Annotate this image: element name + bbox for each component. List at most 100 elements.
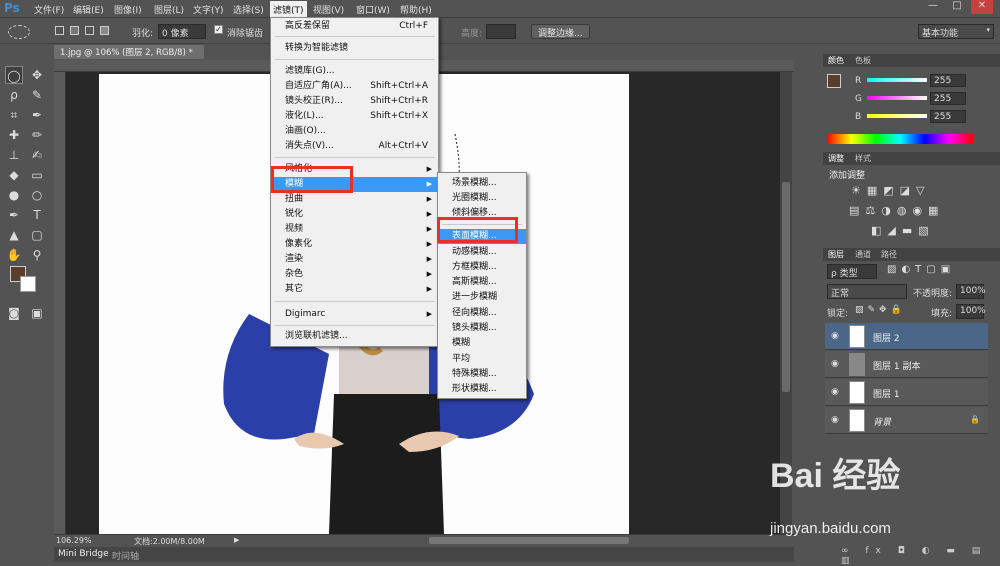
layer-row[interactable]: ◉ 图层 1 副本 — [825, 351, 988, 378]
healing-tool-icon[interactable]: ✚ — [5, 126, 23, 144]
tab-styles[interactable]: 样式 — [855, 153, 871, 164]
shape-tool-icon[interactable]: ▢ — [28, 226, 46, 244]
blend-mode-select[interactable]: 正常 — [827, 284, 907, 299]
zoom-level[interactable]: 106.29% — [56, 536, 92, 545]
menu-item-noise[interactable]: 杂色 ▶ — [271, 267, 438, 282]
menu-view[interactable]: 视图(V) — [313, 3, 344, 16]
tab-layers[interactable]: 图层 — [828, 249, 844, 260]
layer-filter-icons[interactable]: ▨◐T▢▣ — [887, 264, 955, 275]
add-selection-icon[interactable] — [70, 26, 79, 35]
stamp-tool-icon[interactable]: ⊥ — [5, 146, 23, 164]
submenu-item-lens-blur[interactable]: 镜头模糊... — [438, 321, 526, 336]
crop-tool-icon[interactable]: ⌗ — [5, 106, 23, 124]
adjustment-icons-row-3[interactable]: ◧◢▬▧ — [871, 224, 935, 237]
pen-tool-icon[interactable]: ✒ — [5, 206, 23, 224]
channel-g-value[interactable]: 255 — [930, 92, 966, 105]
menu-item-distort[interactable]: 扭曲 ▶ — [271, 192, 438, 207]
close-button[interactable]: ✕ — [971, 0, 993, 14]
fg-color-swatch[interactable] — [827, 74, 841, 88]
channel-g-slider[interactable] — [867, 96, 927, 100]
color-spectrum[interactable] — [827, 134, 973, 144]
path-select-tool-icon[interactable]: ▲ — [5, 226, 23, 244]
menu-window[interactable]: 窗口(W) — [356, 3, 390, 16]
quick-select-tool-icon[interactable]: ✎ — [28, 86, 46, 104]
menu-item-pixelate[interactable]: 像素化 ▶ — [271, 237, 438, 252]
document-tab[interactable]: 1.jpg @ 106% (图层 2, RGB/8) * — [54, 45, 204, 59]
zoom-tool-icon[interactable]: ⚲ — [28, 246, 46, 264]
menu-edit[interactable]: 编辑(E) — [73, 3, 104, 16]
eraser-tool-icon[interactable]: ◆ — [5, 166, 23, 184]
history-brush-icon[interactable]: ✍ — [28, 146, 46, 164]
brush-tool-icon[interactable]: ✏ — [28, 126, 46, 144]
visibility-eye-icon[interactable]: ◉ — [831, 387, 839, 397]
quick-mask-icon[interactable]: ◙ — [5, 304, 23, 322]
height-input[interactable] — [486, 24, 516, 39]
menu-select[interactable]: 选择(S) — [233, 3, 264, 16]
menu-item-high-pass[interactable]: 高反差保留 Ctrl+F — [271, 19, 438, 34]
hand-tool-icon[interactable]: ✋ — [5, 246, 23, 264]
move-tool-icon[interactable]: ✥ — [28, 66, 46, 84]
tab-timeline[interactable]: 时间轴 — [112, 549, 139, 562]
feather-input[interactable]: 0 像素 — [158, 24, 206, 39]
menu-item-render[interactable]: 渲染 ▶ — [271, 252, 438, 267]
submenu-item-box-blur[interactable]: 方框模糊... — [438, 260, 526, 275]
layer-kind-filter[interactable]: ρ 类型 — [827, 264, 877, 279]
marquee-tool-icon[interactable]: ◯ — [5, 66, 23, 84]
menu-item-sharpen[interactable]: 锐化 ▶ — [271, 207, 438, 222]
workspace-select[interactable]: 基本功能 ▾ — [918, 24, 994, 39]
scroll-thumb[interactable] — [782, 182, 790, 392]
type-tool-icon[interactable]: T — [28, 206, 46, 224]
new-selection-icon[interactable] — [55, 26, 64, 35]
menu-item-liquify[interactable]: 液化(L)... Shift+Ctrl+X — [271, 109, 438, 124]
play-icon[interactable]: ▶ — [234, 536, 239, 544]
maximize-button[interactable]: □ — [946, 0, 968, 14]
lasso-tool-icon[interactable]: ρ — [5, 86, 23, 104]
lock-icons[interactable]: ▨✎✥🔒 — [855, 305, 906, 315]
submenu-item-blur-more[interactable]: 进一步模糊 — [438, 290, 526, 305]
horizontal-scroll-thumb[interactable] — [429, 537, 629, 544]
opacity-input[interactable]: 100% — [956, 284, 986, 299]
menu-type[interactable]: 文字(Y) — [193, 3, 224, 16]
menu-item-browse-online[interactable]: 浏览联机滤镜... — [271, 329, 438, 344]
dodge-tool-icon[interactable]: ○ — [28, 186, 46, 204]
menu-item-other[interactable]: 其它 ▶ — [271, 282, 438, 297]
tab-color[interactable]: 颜色 — [828, 55, 844, 66]
intersect-selection-icon[interactable] — [100, 26, 109, 35]
submenu-item-blur[interactable]: 模糊 — [438, 336, 526, 351]
tab-mini-bridge[interactable]: Mini Bridge — [58, 549, 109, 559]
menu-file[interactable]: 文件(F) — [34, 3, 64, 16]
layers-footer-icons[interactable]: ∞ fx ◘ ◐ ▬ ▤ ▥ — [841, 546, 1000, 566]
blur-tool-icon[interactable]: ● — [5, 186, 23, 204]
submenu-item-shape-blur[interactable]: 形状模糊... — [438, 382, 526, 397]
menu-filter[interactable]: 滤镜(T) — [270, 1, 307, 17]
visibility-eye-icon[interactable]: ◉ — [831, 359, 839, 369]
gradient-tool-icon[interactable]: ▭ — [28, 166, 46, 184]
ellipse-marquee-icon[interactable] — [8, 25, 30, 39]
minimize-button[interactable]: — — [922, 0, 944, 14]
refine-edge-button[interactable]: 调整边缘... — [531, 24, 590, 39]
visibility-eye-icon[interactable]: ◉ — [831, 331, 839, 341]
channel-r-value[interactable]: 255 — [930, 74, 966, 87]
menu-item-smart-filter[interactable]: 转换为智能滤镜 — [271, 41, 438, 56]
adjustment-icons-row-2[interactable]: ▤⚖◑◍◉▦ — [849, 204, 944, 217]
menu-item-oil-paint[interactable]: 油画(O)... — [271, 124, 438, 139]
submenu-item-gaussian-blur[interactable]: 高斯模糊... — [438, 275, 526, 290]
menu-help[interactable]: 帮助(H) — [400, 3, 432, 16]
screen-mode-icon[interactable]: ▣ — [28, 304, 46, 322]
menu-item-adaptive-wide-angle[interactable]: 自适应广角(A)... Shift+Ctrl+A — [271, 79, 438, 94]
subtract-selection-icon[interactable] — [85, 26, 94, 35]
tab-channels[interactable]: 通道 — [855, 249, 871, 260]
antialias-checkbox[interactable]: ✓ — [214, 25, 223, 34]
menu-item-lens-correction[interactable]: 镜头校正(R)... Shift+Ctrl+R — [271, 94, 438, 109]
menu-item-video[interactable]: 视频 ▶ — [271, 222, 438, 237]
submenu-item-radial-blur[interactable]: 径向模糊... — [438, 306, 526, 321]
submenu-item-field-blur[interactable]: 场景模糊... — [438, 176, 526, 191]
channel-b-value[interactable]: 255 — [930, 110, 966, 123]
menu-layer[interactable]: 图层(L) — [154, 3, 184, 16]
menu-item-digimarc[interactable]: Digimarc ▶ — [271, 307, 438, 322]
layer-row[interactable]: ◉ 图层 1 — [825, 379, 988, 406]
channel-b-slider[interactable] — [867, 114, 927, 118]
visibility-eye-icon[interactable]: ◉ — [831, 415, 839, 425]
tab-swatches[interactable]: 色板 — [855, 55, 871, 66]
submenu-item-smart-blur[interactable]: 特殊模糊... — [438, 367, 526, 382]
